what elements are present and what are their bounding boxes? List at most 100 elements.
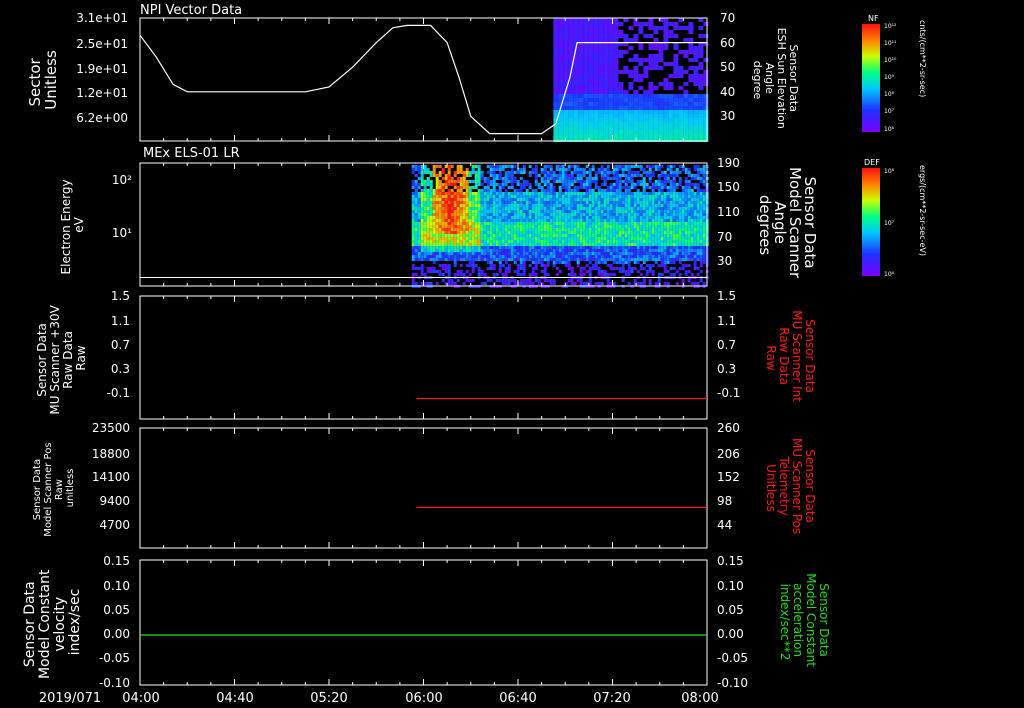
spectrogram-cell: [468, 258, 472, 261]
spectrogram-cell: [627, 252, 631, 255]
spectrogram-cell: [432, 261, 436, 264]
spectrogram-cell: [456, 201, 460, 204]
spectrogram-cell: [618, 165, 622, 168]
spectrogram-cell: [621, 168, 625, 171]
spectrogram-cell: [681, 219, 685, 222]
spectrogram-cell: [486, 216, 490, 219]
p5-ytick-left-0: 0.15: [103, 554, 130, 568]
spectrogram-cell: [660, 240, 664, 243]
spectrogram-cell: [615, 213, 619, 216]
spectrogram-cell: [627, 195, 631, 198]
spectrogram-cell: [558, 86, 564, 90]
spectrogram-cell: [648, 201, 652, 204]
spectrogram-cell: [663, 270, 667, 273]
spectrogram-cell: [540, 225, 544, 228]
spectrogram-cell: [507, 279, 511, 282]
spectrogram-cell: [698, 34, 704, 38]
spectrogram-cell: [648, 213, 652, 216]
spectrogram-cell: [561, 195, 565, 198]
spectrogram-cell: [543, 240, 547, 243]
spectrogram-cell: [564, 234, 568, 237]
spectrogram-cell: [411, 264, 415, 267]
spectrogram-cell: [633, 126, 639, 130]
spectrogram-cell: [483, 189, 487, 192]
spectrogram-cell: [495, 204, 499, 207]
spectrogram-cell: [663, 180, 667, 183]
spectrogram-cell: [462, 243, 466, 246]
spectrogram-cell: [660, 174, 664, 177]
spectrogram-cell: [663, 264, 667, 267]
spectrogram-cell: [645, 228, 649, 231]
spectrogram-cell: [516, 207, 520, 210]
spectrogram-cell: [630, 177, 634, 180]
spectrogram-cell: [561, 225, 565, 228]
spectrogram-cell: [423, 282, 427, 285]
spectrogram-cell: [657, 228, 661, 231]
spectrogram-cell: [675, 282, 679, 285]
spectrogram-cell: [683, 102, 689, 106]
spectrogram-cell: [492, 234, 496, 237]
spectrogram-cell: [672, 174, 676, 177]
spectrogram-cell: [576, 231, 580, 234]
spectrogram-cell: [618, 70, 624, 74]
spectrogram-cell: [603, 38, 609, 42]
spectrogram-cell: [588, 189, 592, 192]
spectrogram-cell: [673, 106, 679, 110]
spectrogram-cell: [570, 258, 574, 261]
spectrogram-cell: [429, 222, 433, 225]
p3-ytick-left-2: 0.7: [111, 338, 130, 352]
spectrogram-cell: [543, 180, 547, 183]
spectrogram-cell: [471, 261, 475, 264]
spectrogram-cell: [435, 258, 439, 261]
spectrogram-cell: [588, 102, 594, 106]
spectrogram-cell: [585, 249, 589, 252]
spectrogram-cell: [453, 195, 457, 198]
spectrogram-cell: [618, 192, 622, 195]
spectrogram-cell: [453, 225, 457, 228]
spectrogram-cell: [558, 225, 562, 228]
spectrogram-cell: [598, 74, 604, 78]
spectrogram-cell: [543, 255, 547, 258]
spectrogram-cell: [528, 195, 532, 198]
spectrogram-cell: [582, 183, 586, 186]
spectrogram-cell: [561, 231, 565, 234]
spectrogram-cell: [591, 228, 595, 231]
spectrogram-cell: [603, 90, 609, 94]
spectrogram-cell: [600, 207, 604, 210]
spectrogram-cell: [543, 228, 547, 231]
spectrogram-cell: [693, 258, 697, 261]
spectrogram-cell: [447, 183, 451, 186]
spectrogram-cell: [636, 243, 640, 246]
spectrogram-cell: [579, 258, 583, 261]
spectrogram-cell: [444, 180, 448, 183]
spectrogram-cell: [483, 222, 487, 225]
spectrogram-cell: [462, 171, 466, 174]
spectrogram-cell: [660, 192, 664, 195]
spectrogram-cell: [633, 279, 637, 282]
spectrogram-cell: [582, 240, 586, 243]
spectrogram-cell: [583, 86, 589, 90]
spectrogram-cell: [447, 258, 451, 261]
spectrogram-cell: [465, 228, 469, 231]
spectrogram-cell: [623, 114, 629, 118]
spectrogram-cell: [597, 189, 601, 192]
spectrogram-cell: [606, 240, 610, 243]
spectrogram-cell: [638, 86, 644, 90]
spectrogram-cell: [687, 216, 691, 219]
spectrogram-cell: [598, 122, 604, 126]
spectrogram-cell: [576, 165, 580, 168]
spectrogram-cell: [456, 249, 460, 252]
spectrogram-cell: [543, 234, 547, 237]
spectrogram-cell: [420, 183, 424, 186]
time-tick-0: 04:00: [122, 691, 159, 706]
spectrogram-cell: [693, 207, 697, 210]
spectrogram-cell: [420, 243, 424, 246]
spectrogram-cell: [690, 183, 694, 186]
spectrogram-cell: [683, 54, 689, 58]
spectrogram-cell: [423, 243, 427, 246]
spectrogram-cell: [627, 255, 631, 258]
spectrogram-cell: [429, 243, 433, 246]
spectrogram-cell: [450, 216, 454, 219]
spectrogram-cell: [588, 86, 594, 90]
spectrogram-cell: [468, 171, 472, 174]
